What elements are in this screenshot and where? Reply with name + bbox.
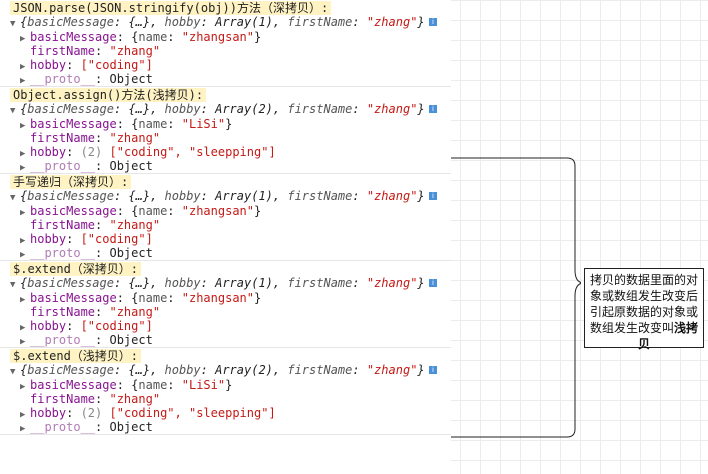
object-summary-row[interactable]: ▼ {basicMessage: {…}, hobby: Array(2), fi…	[0, 102, 451, 117]
console-log-section: Object.assign()方法(浅拷贝): ▼ {basicMessage: …	[0, 87, 451, 174]
object-summary-row[interactable]: ▼ {basicMessage: {…}, hobby: Array(1), fi…	[0, 189, 451, 204]
console-log-section: $.extend（浅拷贝）: ▼ {basicMessage: {…}, hobb…	[0, 348, 451, 435]
expand-caret-icon[interactable]: ▼	[10, 191, 20, 206]
prop-hobby[interactable]: ▶ hobby: ["coding"]	[0, 58, 451, 72]
annotation-note: 拷贝的数据里面的对象或数组发生改变后引起原数据的对象或数组发生改变叫浅拷贝	[584, 268, 704, 351]
collapsed-caret-icon[interactable]: ▶	[20, 74, 30, 88]
log-title: Object.assign()方法(浅拷贝):	[10, 88, 207, 102]
prop-firstName: firstName: "zhang"	[30, 305, 161, 319]
prop-proto[interactable]: ▶ __proto__: Object	[0, 246, 451, 260]
object-summary-row[interactable]: ▼ {basicMessage: {…}, hobby: Array(1), fi…	[0, 276, 451, 291]
console-log-section: $.extend（深拷贝）: ▼ {basicMessage: {…}, hobb…	[0, 261, 451, 348]
expand-caret-icon[interactable]: ▼	[10, 17, 20, 32]
info-icon[interactable]: i	[429, 279, 437, 287]
object-summary-row[interactable]: ▼ {basicMessage: {…}, hobby: Array(2), fi…	[0, 363, 451, 378]
collapsed-caret-icon[interactable]: ▶	[20, 422, 30, 436]
info-icon[interactable]: i	[429, 18, 437, 26]
prop-proto[interactable]: ▶ __proto__: Object	[0, 420, 451, 434]
log-title: $.extend（深拷贝）:	[10, 262, 142, 276]
expand-caret-icon[interactable]: ▼	[10, 365, 20, 380]
expand-caret-icon[interactable]: ▼	[10, 278, 20, 293]
prop-proto[interactable]: ▶ __proto__: Object	[0, 333, 451, 347]
prop-basicMessage[interactable]: ▶ basicMessage: {name: "LiSi"}	[0, 378, 451, 392]
expand-caret-icon[interactable]: ▼	[10, 104, 20, 119]
prop-hobby[interactable]: ▶ hobby: ["coding"]	[0, 232, 451, 246]
prop-proto[interactable]: ▶ __proto__: Object	[0, 72, 451, 86]
prop-hobby[interactable]: ▶ hobby: ["coding"]	[0, 319, 451, 333]
collapsed-caret-icon[interactable]: ▶	[20, 248, 30, 262]
prop-basicMessage[interactable]: ▶ basicMessage: {name: "zhangsan"}	[0, 291, 451, 305]
curly-brace	[566, 157, 581, 438]
info-icon[interactable]: i	[429, 366, 437, 374]
console-log-section: 手写递归（深拷贝）: ▼ {basicMessage: {…}, hobby: A…	[0, 174, 451, 261]
bracket-connector	[451, 157, 581, 438]
prop-firstName: firstName: "zhang"	[30, 218, 161, 232]
prop-hobby[interactable]: ▶ hobby: (2) ["coding", "sleepping"]	[0, 406, 451, 420]
prop-firstName: firstName: "zhang"	[30, 131, 161, 145]
prop-basicMessage[interactable]: ▶ basicMessage: {name: "LiSi"}	[0, 117, 451, 131]
log-title: $.extend（浅拷贝）:	[10, 349, 142, 363]
log-title: 手写递归（深拷贝）:	[10, 175, 132, 189]
log-title: JSON.parse(JSON.stringify(obj))方法（深拷贝）:	[10, 1, 332, 15]
prop-proto[interactable]: ▶ __proto__: Object	[0, 159, 451, 173]
prop-firstName: firstName: "zhang"	[30, 392, 161, 406]
prop-basicMessage[interactable]: ▶ basicMessage: {name: "zhangsan"}	[0, 30, 451, 44]
collapsed-caret-icon[interactable]: ▶	[20, 335, 30, 349]
devtools-console: JSON.parse(JSON.stringify(obj))方法（深拷贝）: …	[0, 0, 451, 474]
prop-basicMessage[interactable]: ▶ basicMessage: {name: "zhangsan"}	[0, 204, 451, 218]
info-icon[interactable]: i	[429, 105, 437, 113]
console-log-list: JSON.parse(JSON.stringify(obj))方法（深拷贝）: …	[0, 0, 451, 435]
prop-firstName: firstName: "zhang"	[30, 44, 161, 58]
info-icon[interactable]: i	[429, 192, 437, 200]
collapsed-caret-icon[interactable]: ▶	[20, 161, 30, 175]
prop-hobby[interactable]: ▶ hobby: (2) ["coding", "sleepping"]	[0, 145, 451, 159]
object-summary-row[interactable]: ▼ {basicMessage: {…}, hobby: Array(1), fi…	[0, 15, 451, 30]
console-log-section: JSON.parse(JSON.stringify(obj))方法（深拷贝）: …	[0, 0, 451, 87]
